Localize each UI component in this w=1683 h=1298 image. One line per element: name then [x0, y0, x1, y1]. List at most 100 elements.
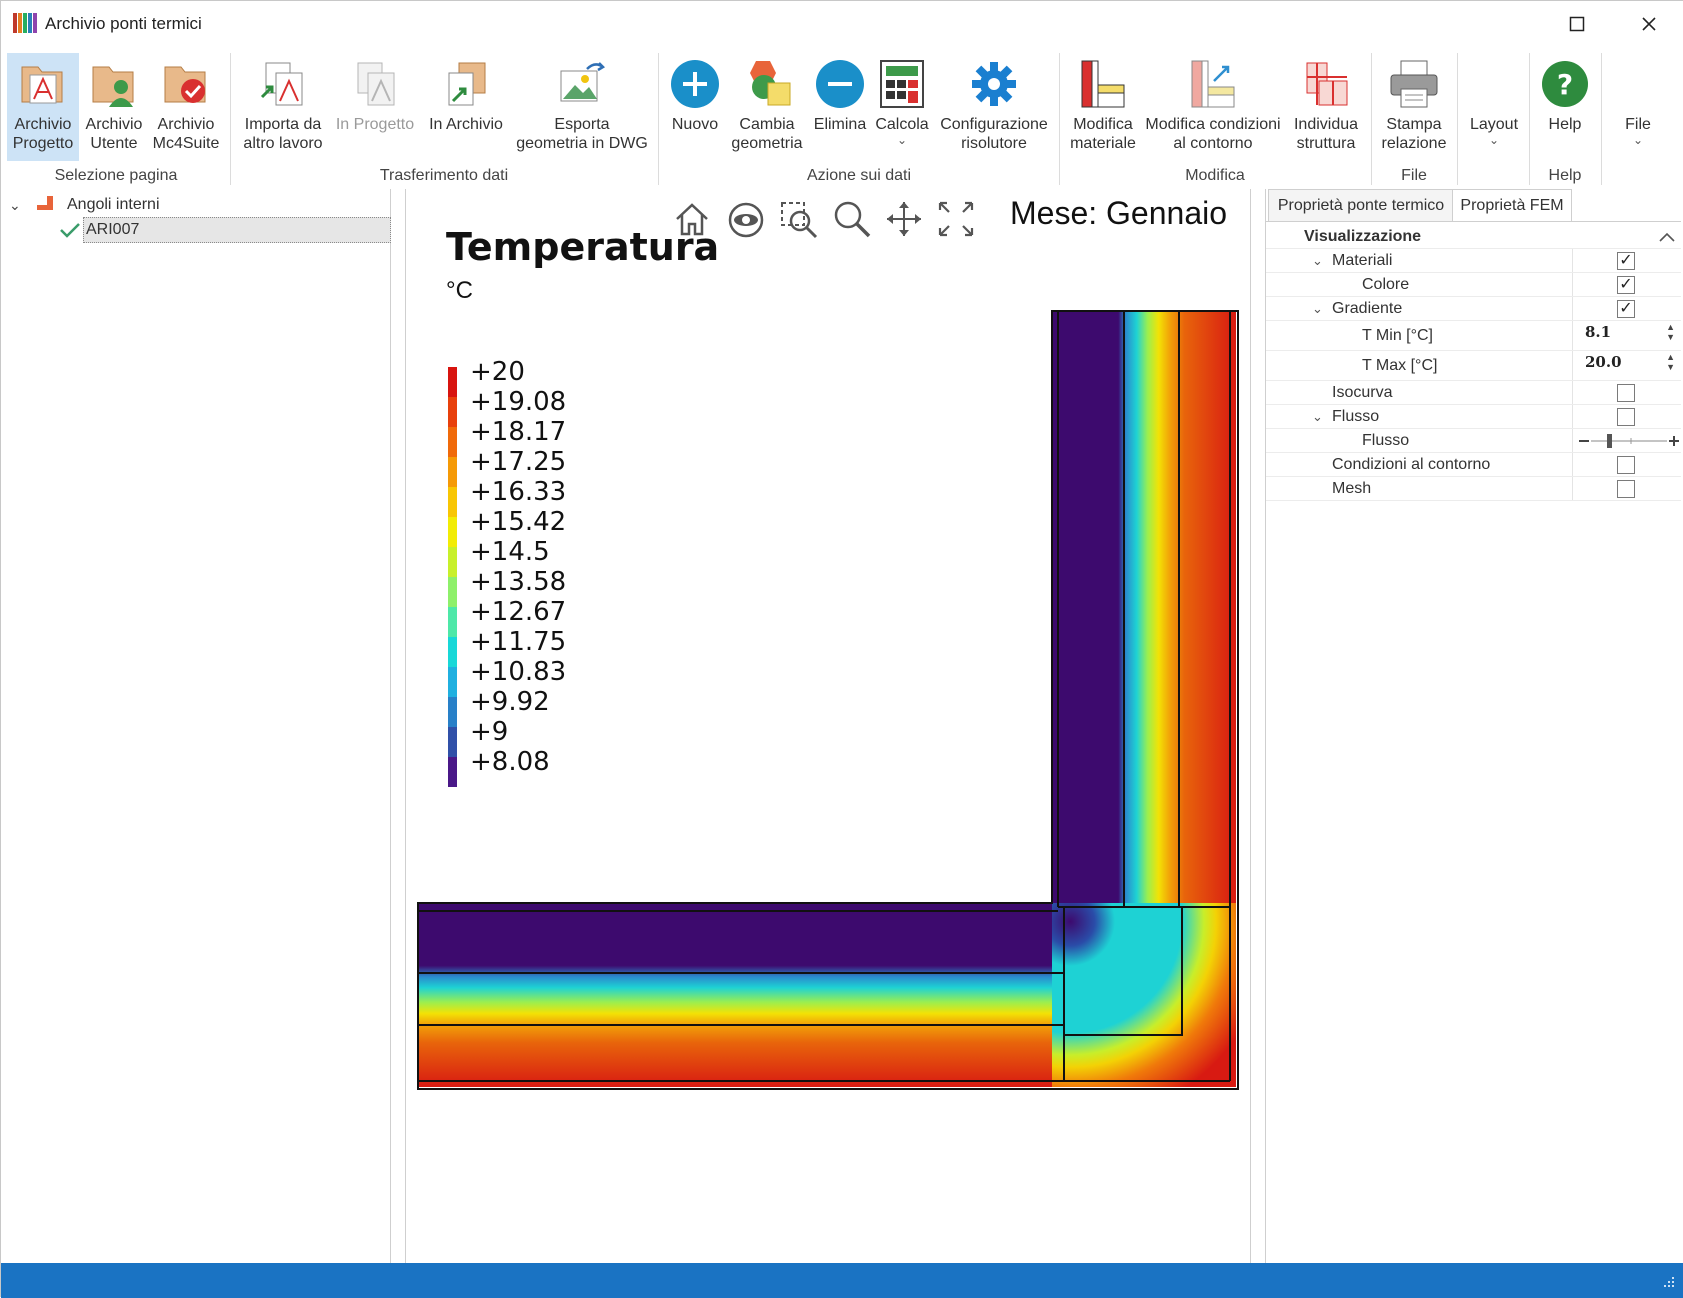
group-label-help: Help [1548, 167, 1582, 184]
individua-label-2: struttura [1296, 135, 1356, 152]
tmin-input[interactable]: 8.1 [1585, 323, 1611, 341]
esporta-dwg-button[interactable]: Esporta geometria in DWG [513, 53, 651, 161]
importa-label-2: altro lavoro [243, 135, 323, 152]
user-archive-icon [92, 66, 134, 107]
modifica-condizioni-label-2: al contorno [1173, 135, 1253, 152]
modifica-materiale-label-2: materiale [1070, 135, 1136, 152]
row-tmax: T Max [°C] 20.0 ▲ ▼ [1266, 351, 1681, 381]
tmin-value-cell[interactable]: 8.1 ▲ ▼ [1572, 321, 1681, 350]
tmin-label: T Min [°C] [1362, 326, 1433, 344]
elimina-label: Elimina [813, 116, 867, 133]
spinner-icon[interactable]: ▲ ▼ [1666, 322, 1675, 342]
in-archivio-label: In Archivio [429, 116, 503, 133]
ribbon-toolbar: Archivio Progetto Archivio Utente Archiv… [1, 49, 1683, 189]
group-label-modifica: Modifica [1185, 167, 1245, 184]
expand-chevron-icon[interactable]: ⌄ [1312, 253, 1323, 269]
tmax-input[interactable]: 20.0 [1585, 353, 1622, 371]
group-separator [1457, 53, 1458, 185]
tab-proprieta-ponte-termico[interactable]: Proprietà ponte termico [1268, 189, 1454, 221]
mesh-value-cell [1572, 477, 1681, 500]
help-button[interactable]: ? Help [1537, 53, 1593, 161]
help-label: Help [1548, 116, 1582, 133]
plus-circle-icon [671, 60, 719, 108]
configurazione-label-2: risolutore [961, 135, 1027, 152]
modifica-condizioni-button[interactable]: Modifica condizioni al contorno [1143, 53, 1283, 161]
group-separator [658, 53, 659, 185]
importa-button[interactable]: Importa da altro lavoro [237, 53, 329, 161]
calculator-icon [880, 60, 924, 108]
maximize-button[interactable] [1559, 9, 1595, 39]
chevron-up-icon[interactable] [1658, 231, 1676, 243]
printer-icon [1390, 60, 1438, 108]
project-archive-icon [21, 66, 63, 104]
tmax-value-cell[interactable]: 20.0 ▲ ▼ [1572, 351, 1681, 380]
zoom-box-icon[interactable] [778, 199, 820, 241]
group-separator [1371, 53, 1372, 185]
chevron-down-icon[interactable]: ⌄ [9, 197, 29, 214]
nuovo-button[interactable]: Nuovo [665, 53, 725, 161]
archivio-mc4suite-button[interactable]: Archivio Mc4Suite [149, 53, 223, 161]
modifica-materiale-button[interactable]: Modifica materiale [1065, 53, 1141, 161]
row-materiali: ⌄ Materiali ✓ [1266, 249, 1681, 273]
close-button[interactable] [1631, 9, 1667, 39]
esporta-label-1: Esporta [554, 116, 610, 133]
configurazione-risolutore-button[interactable]: Configurazione risolutore [933, 53, 1055, 161]
in-archivio-button[interactable]: In Archivio [421, 53, 511, 161]
row-flusso: ⌄ Flusso [1266, 405, 1681, 429]
flusso-value-cell [1572, 405, 1681, 428]
condizioni-checkbox[interactable] [1617, 456, 1635, 474]
mc4suite-archive-icon [164, 66, 206, 103]
isocurva-checkbox[interactable] [1617, 384, 1635, 402]
stampa-relazione-button[interactable]: Stampa relazione [1377, 53, 1451, 161]
help-icon: ? [1542, 61, 1588, 107]
layout-chevron-down-icon: ⌄ [1488, 133, 1500, 147]
stampa-label-2: relazione [1381, 135, 1447, 152]
file-dropdown-button[interactable]: File ⌄ [1609, 53, 1667, 161]
gear-icon [972, 62, 1016, 106]
tree-node-angoli-interni[interactable]: ⌄ Angoli interni [9, 193, 160, 217]
temperature-viewer[interactable]: Mese: Gennaio Temperatura °C +20 +19.08 +1… [405, 189, 1251, 1263]
pan-move-icon[interactable] [884, 199, 924, 239]
archivio-progetto-label-2: Progetto [12, 135, 74, 152]
materiali-checkbox[interactable]: ✓ [1617, 252, 1635, 270]
calcola-button[interactable]: Calcola ⌄ [873, 53, 931, 161]
layout-dropdown-button[interactable]: Layout ⌄ [1463, 53, 1525, 161]
in-progetto-label: In Progetto [335, 116, 415, 133]
gradiente-checkbox[interactable]: ✓ [1617, 300, 1635, 318]
tree-node-ari007[interactable]: ARI007 [83, 217, 391, 243]
app-logo-icon [13, 13, 37, 33]
unit-label: °C [446, 277, 473, 304]
import-icon [260, 62, 303, 106]
individua-struttura-button[interactable]: Individua struttura [1285, 53, 1367, 161]
tab-proprieta-fem[interactable]: Proprietà FEM [1452, 189, 1572, 221]
group-label-trasferimento-dati: Trasferimento dati [379, 167, 509, 184]
in-progetto-button[interactable]: In Progetto [331, 53, 419, 161]
tab-divider [1266, 221, 1681, 222]
flusso-slider[interactable] [1577, 433, 1681, 449]
spinner-icon[interactable]: ▲ ▼ [1666, 352, 1675, 372]
elimina-button[interactable]: Elimina [809, 53, 871, 161]
archivio-progetto-button[interactable]: Archivio Progetto [7, 53, 79, 161]
check-icon [60, 223, 80, 238]
gradiente-label: Gradiente [1332, 299, 1403, 317]
fit-extents-icon[interactable] [936, 199, 976, 239]
esporta-label-2: geometria in DWG [516, 135, 648, 152]
expand-chevron-icon[interactable]: ⌄ [1312, 409, 1323, 425]
group-label-selezione-pagina: Selezione pagina [54, 167, 178, 184]
flusso-checkbox[interactable] [1617, 408, 1635, 426]
archivio-utente-button[interactable]: Archivio Utente [81, 53, 147, 161]
row-flusso-slider: Flusso [1266, 429, 1681, 453]
archivio-progetto-label-1: Archivio [14, 116, 72, 133]
group-separator [230, 53, 231, 185]
mesh-checkbox[interactable] [1617, 480, 1635, 498]
colore-checkbox[interactable]: ✓ [1617, 276, 1635, 294]
zoom-icon[interactable] [832, 199, 872, 239]
resize-grip-icon[interactable] [1662, 1275, 1676, 1289]
expand-chevron-icon[interactable]: ⌄ [1312, 301, 1323, 317]
cambia-label-2: geometria [731, 135, 803, 152]
group-label-azione-sui-dati: Azione sui dati [806, 167, 912, 184]
section-visualizzazione[interactable]: Visualizzazione [1266, 225, 1681, 249]
group-separator [1601, 53, 1602, 185]
view-eye-icon[interactable] [726, 199, 766, 239]
cambia-geometria-button[interactable]: Cambia geometria [727, 53, 807, 161]
